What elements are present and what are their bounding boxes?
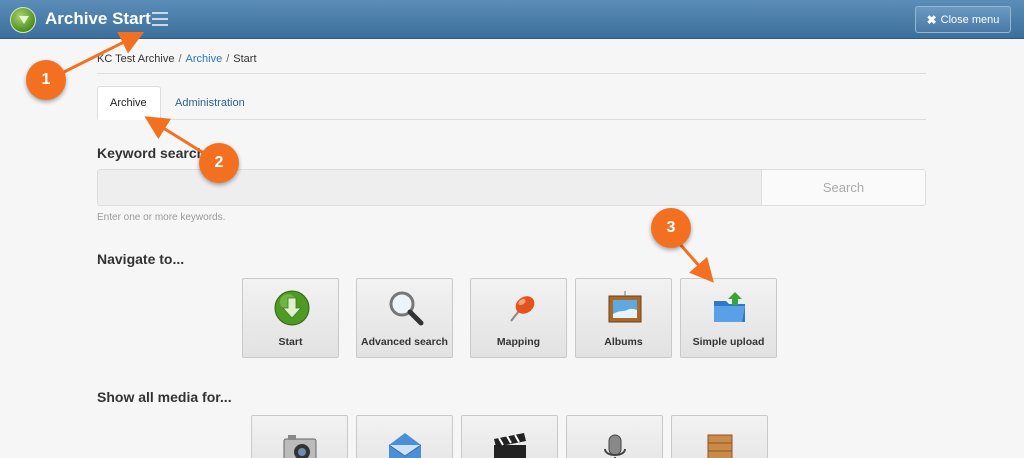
media-tile-audio[interactable] xyxy=(566,415,663,458)
nav-tile-label: Simple upload xyxy=(692,336,765,348)
search-hint: Enter one or more keywords. xyxy=(97,212,226,223)
archive-logo-icon[interactable] xyxy=(10,7,36,33)
box-icon xyxy=(707,434,733,458)
nav-tile-mapping[interactable]: Mapping xyxy=(470,278,567,358)
close-icon: ✖ xyxy=(926,12,937,27)
breadcrumb-item-archive[interactable]: Archive xyxy=(186,53,223,65)
close-menu-label: Close menu xyxy=(940,13,1000,26)
camera-icon xyxy=(283,435,317,458)
hamburger-menu-icon[interactable] xyxy=(152,12,168,26)
callout-badge: 2 xyxy=(199,143,239,183)
media-tile-documents[interactable] xyxy=(356,415,453,458)
start-down-arrow-icon xyxy=(274,290,310,326)
framed-picture-icon xyxy=(608,291,642,323)
callout-badge: 1 xyxy=(26,60,66,100)
nav-tile-simple-upload[interactable]: Simple upload xyxy=(680,278,777,358)
search-button[interactable]: Search xyxy=(761,170,925,205)
nav-tile-label: Start xyxy=(278,336,303,348)
callout-badge: 3 xyxy=(651,208,691,248)
microphone-icon xyxy=(604,434,626,458)
nav-tile-label: Advanced search xyxy=(361,336,448,348)
tab-bar: Archive Administration xyxy=(97,86,926,120)
nav-tile-label: Mapping xyxy=(496,336,541,348)
nav-tile-advanced-search[interactable]: Advanced search xyxy=(356,278,453,358)
media-tile-images[interactable] xyxy=(251,415,348,458)
envelope-icon xyxy=(388,433,422,458)
nav-tile-start[interactable]: Start xyxy=(242,278,339,358)
media-tile-other[interactable] xyxy=(671,415,768,458)
keyword-search-title: Keyword search xyxy=(97,145,206,161)
magnifier-icon xyxy=(389,291,424,326)
clapperboard-icon xyxy=(494,433,526,458)
nav-tile-albums[interactable]: Albums xyxy=(575,278,672,358)
breadcrumb-item-root[interactable]: KC Test Archive xyxy=(97,53,174,65)
nav-tile-label: Albums xyxy=(604,336,643,348)
breadcrumb: KC Test Archive / Archive / Start xyxy=(97,53,257,65)
keyword-search-input[interactable] xyxy=(98,170,761,205)
media-tile-video[interactable] xyxy=(461,415,558,458)
pushpin-icon xyxy=(510,296,535,322)
media-title: Show all media for... xyxy=(97,389,232,405)
close-menu-button[interactable]: ✖ Close menu xyxy=(915,6,1011,33)
app-title: Archive Start xyxy=(45,9,151,28)
breadcrumb-item-current: Start xyxy=(233,53,257,65)
divider xyxy=(97,73,926,74)
navigate-title: Navigate to... xyxy=(97,251,185,267)
folder-upload-icon xyxy=(714,292,745,322)
tab-administration[interactable]: Administration xyxy=(163,86,257,120)
top-bar: Archive Start ✖ Close menu xyxy=(0,0,1024,39)
tab-archive[interactable]: Archive xyxy=(97,86,161,120)
